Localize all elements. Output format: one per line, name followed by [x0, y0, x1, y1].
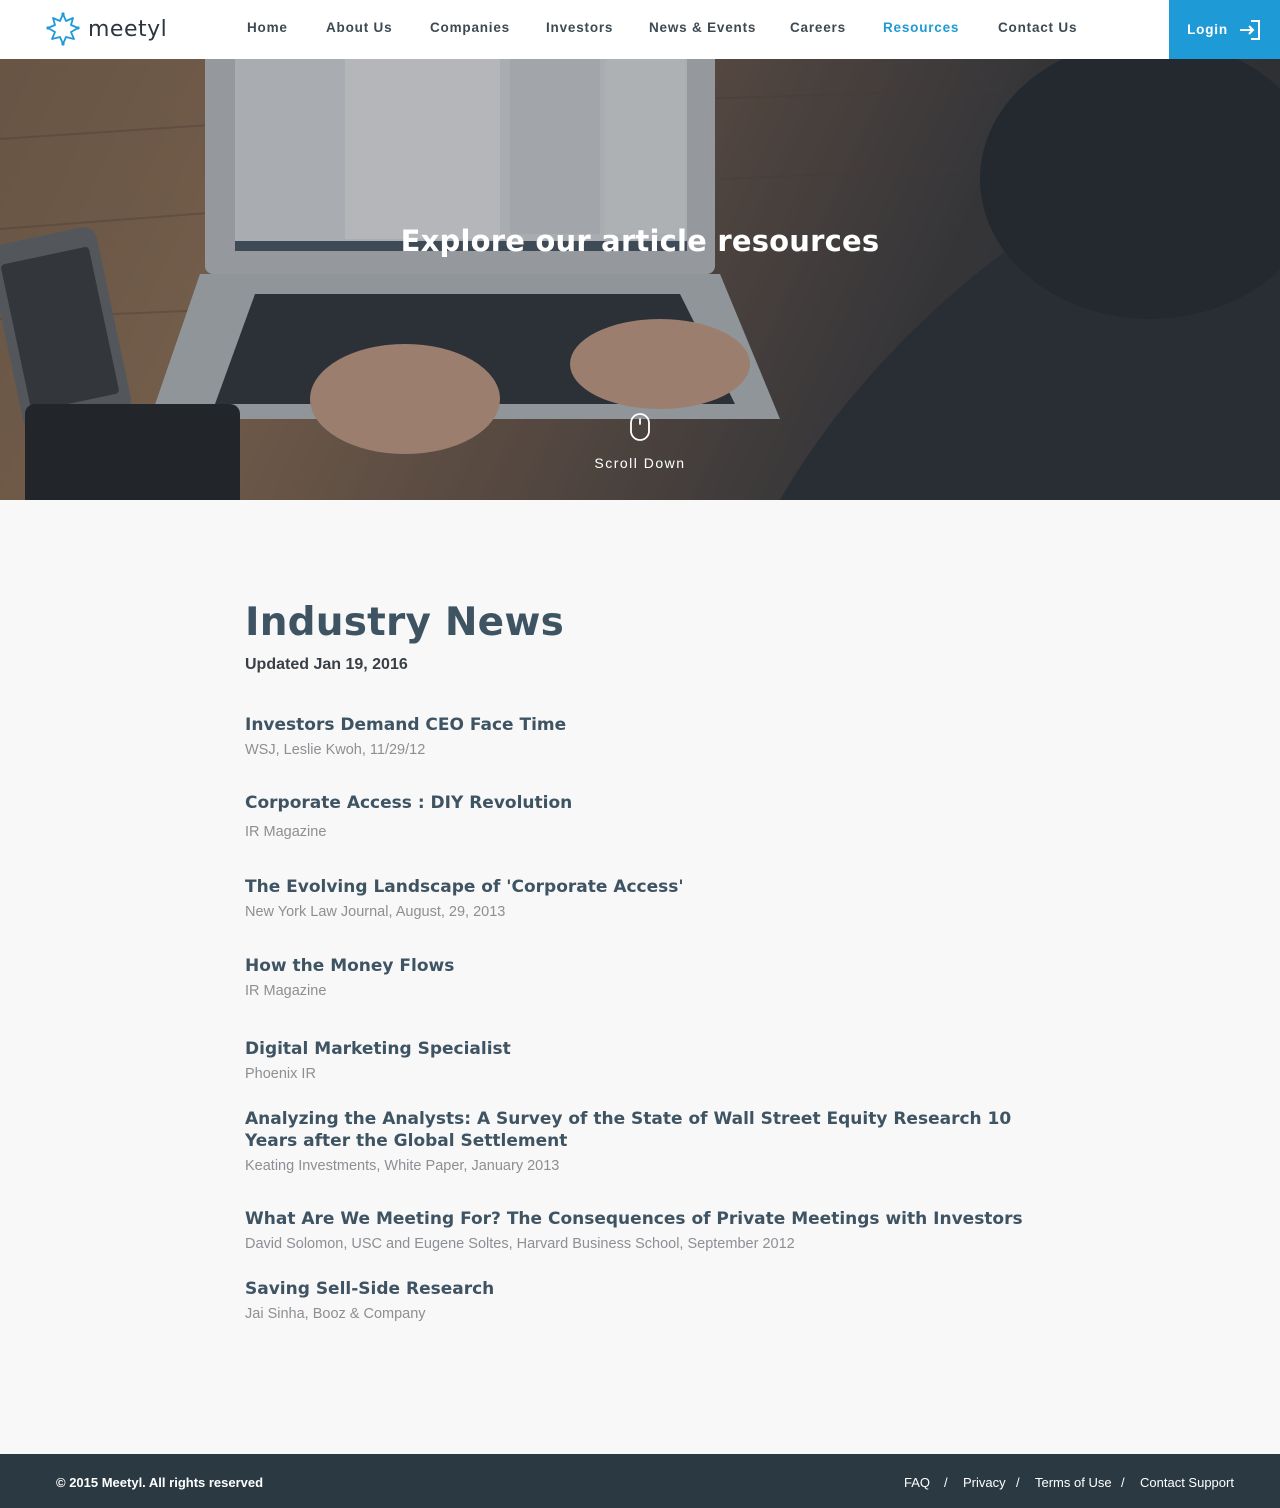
scroll-mouse-icon[interactable] — [629, 412, 651, 442]
article-title-link[interactable]: Saving Sell-Side Research — [245, 1278, 1045, 1300]
article-title-link[interactable]: The Evolving Landscape of 'Corporate Acc… — [245, 876, 1045, 898]
article-source: IR Magazine — [245, 983, 327, 999]
login-icon — [1239, 19, 1260, 40]
logo-text: meetyl — [88, 16, 168, 42]
hero-banner: Explore our article resources Scroll Dow… — [0, 59, 1280, 500]
hero-title: Explore our article resources — [400, 224, 880, 258]
footer-link-privacy[interactable]: Privacy — [963, 1475, 1006, 1490]
nav-item-companies[interactable]: Companies — [430, 20, 510, 35]
article-item: Investors Demand CEO Face Time WSJ, Lesl… — [245, 714, 1045, 759]
copyright-text: © 2015 Meetyl. All rights reserved — [56, 1475, 264, 1490]
article-source: Jai Sinha, Booz & Company — [245, 1306, 426, 1322]
site-footer: © 2015 Meetyl. All rights reserved FAQ /… — [0, 1454, 1280, 1508]
nav-item-resources[interactable]: Resources — [883, 20, 959, 35]
article-title-link[interactable]: Investors Demand CEO Face Time — [245, 714, 1045, 736]
footer-link-terms[interactable]: Terms of Use — [1035, 1475, 1112, 1490]
article-title-link[interactable]: Digital Marketing Specialist — [245, 1038, 1045, 1060]
article-item: Corporate Access : DIY Revolution IR Mag… — [245, 792, 1045, 841]
updated-date: Updated Jan 19, 2016 — [245, 656, 408, 673]
article-source: WSJ, Leslie Kwoh, 11/29/12 — [245, 742, 426, 758]
footer-separator: / — [944, 1475, 948, 1490]
login-button[interactable]: Login — [1169, 0, 1280, 59]
footer-separator: / — [1121, 1475, 1125, 1490]
article-source: David Solomon, USC and Eugene Soltes, Ha… — [245, 1236, 795, 1252]
scroll-down-link[interactable]: Scroll Down — [0, 455, 1280, 471]
footer-separator: / — [1016, 1475, 1020, 1490]
article-source: Keating Investments, White Paper, Januar… — [245, 1158, 560, 1174]
login-label: Login — [1187, 22, 1228, 37]
meetyl-logo-icon — [46, 12, 80, 46]
article-source: Phoenix IR — [245, 1066, 316, 1082]
article-title-link[interactable]: Corporate Access : DIY Revolution — [245, 792, 1045, 814]
article-title-link[interactable]: How the Money Flows — [245, 955, 1045, 977]
footer-link-faq[interactable]: FAQ — [904, 1475, 930, 1490]
footer-link-contact-support[interactable]: Contact Support — [1140, 1475, 1234, 1490]
article-source: IR Magazine — [245, 824, 327, 840]
nav-item-about-us[interactable]: About Us — [326, 20, 392, 35]
nav-item-news-events[interactable]: News & Events — [649, 20, 756, 35]
logo-link[interactable]: meetyl — [46, 12, 167, 46]
article-title-link[interactable]: Analyzing the Analysts: A Survey of the … — [245, 1108, 1045, 1152]
article-item: Digital Marketing Specialist Phoenix IR — [245, 1038, 1045, 1083]
nav-item-investors[interactable]: Investors — [546, 20, 613, 35]
article-item: The Evolving Landscape of 'Corporate Acc… — [245, 876, 1045, 921]
article-item: Saving Sell-Side Research Jai Sinha, Boo… — [245, 1278, 1045, 1323]
nav-item-home[interactable]: Home — [247, 20, 288, 35]
article-item: What Are We Meeting For? The Consequence… — [245, 1208, 1045, 1253]
article-item: How the Money Flows IR Magazine — [245, 955, 1045, 1000]
nav-item-contact-us[interactable]: Contact Us — [998, 20, 1077, 35]
article-source: New York Law Journal, August, 29, 2013 — [245, 904, 506, 920]
article-title-link[interactable]: What Are We Meeting For? The Consequence… — [245, 1208, 1045, 1230]
site-header: meetyl Home About Us Companies Investors… — [0, 0, 1280, 59]
article-item: Analyzing the Analysts: A Survey of the … — [245, 1108, 1045, 1175]
section-title: Industry News — [245, 600, 564, 645]
nav-item-careers[interactable]: Careers — [790, 20, 846, 35]
